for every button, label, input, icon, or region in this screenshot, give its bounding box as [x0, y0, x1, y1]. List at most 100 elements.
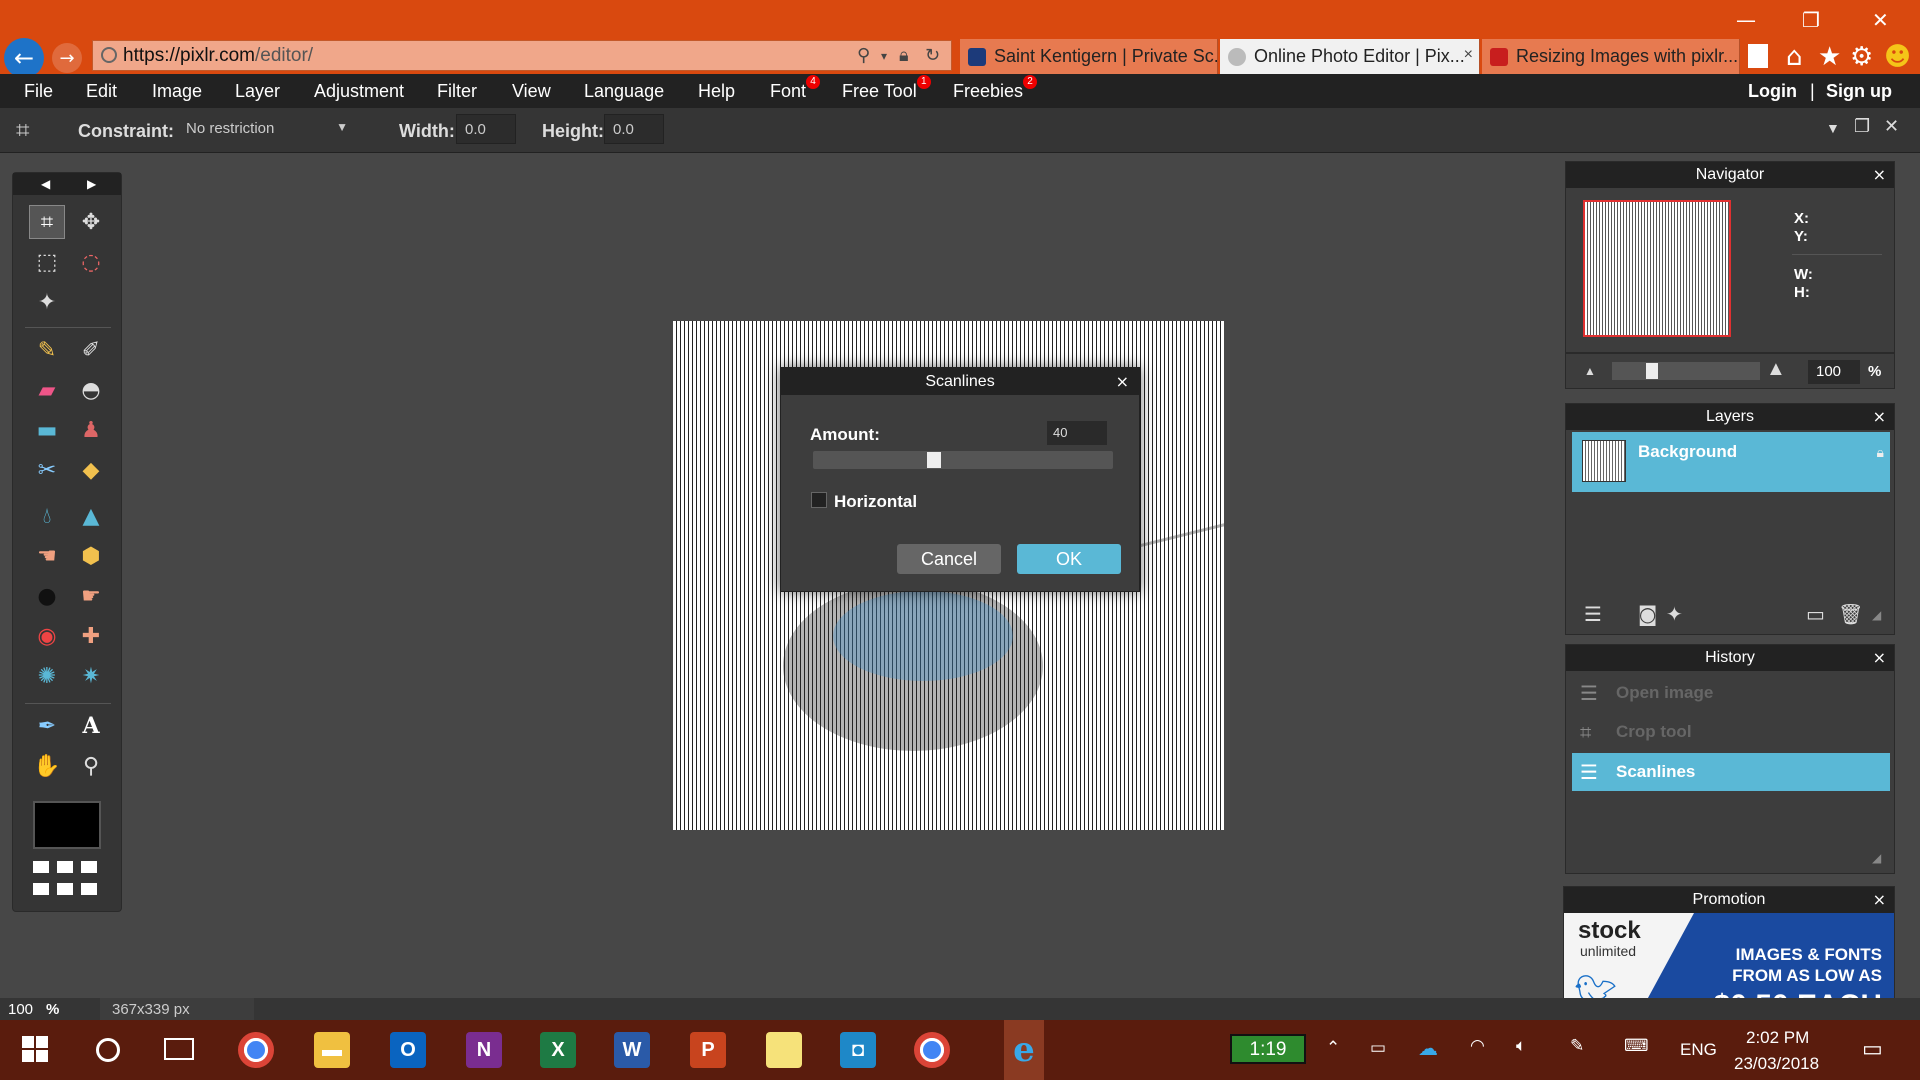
onedrive-cloud-icon[interactable]: ☁ [1418, 1036, 1438, 1061]
new-tab-button[interactable] [1748, 44, 1768, 68]
close-editor-icon[interactable]: ✕ [1884, 116, 1899, 137]
volume-icon[interactable]: 🔈︎ [1516, 1036, 1526, 1056]
toolbox-right-arrow-icon[interactable]: ▶ [87, 177, 96, 191]
login-link[interactable]: Login [1748, 81, 1797, 102]
menu-edit[interactable]: Edit [86, 81, 117, 102]
onenote-icon[interactable]: N [466, 1032, 502, 1068]
type-tool[interactable]: A [73, 709, 109, 743]
search-icon[interactable]: ⚲ [857, 45, 870, 66]
file-explorer-icon[interactable]: ▬ [314, 1032, 350, 1068]
history-item[interactable]: ⌗ Crop tool [1572, 714, 1890, 750]
resize-grip-icon[interactable]: ◢ [1872, 608, 1881, 622]
refresh-icon[interactable]: ↻ [925, 45, 940, 66]
pencil-tool[interactable]: ✎ [29, 333, 65, 367]
zoom-out-mountain-icon[interactable]: ▲ [1584, 364, 1596, 378]
menu-view[interactable]: View [512, 81, 551, 102]
width-input[interactable]: 0.0 [456, 114, 516, 144]
hand-tool[interactable]: ✋ [29, 749, 65, 783]
tab-resizing-images[interactable]: Resizing Images with pixlr.... [1482, 39, 1740, 74]
drawing-tool[interactable]: ◆ [73, 453, 109, 487]
address-bar[interactable]: https://pixlr.com/editor/ ⚲ ▾ 🔒︎ ↻ [92, 40, 952, 71]
delete-layer-icon[interactable]: 🗑︎ [1838, 602, 1863, 626]
gradient-tool[interactable]: ▬ [29, 413, 65, 447]
spot-heal-tool[interactable]: ✚ [73, 619, 109, 653]
minimize-button[interactable]: — [1736, 8, 1756, 32]
blur-tool[interactable]: 💧︎ [29, 499, 65, 533]
clock-time[interactable]: 2:02 PM [1746, 1028, 1809, 1048]
menu-adjustment[interactable]: Adjustment [314, 81, 404, 102]
lock-icon[interactable]: 🔒︎ [899, 45, 909, 66]
cancel-button[interactable]: Cancel [897, 544, 1001, 574]
history-item[interactable]: ☰ Open image [1572, 675, 1890, 711]
tab-close-icon[interactable]: × [1464, 46, 1473, 64]
zoom-slider[interactable] [1612, 362, 1760, 380]
history-close-icon[interactable]: × [1873, 645, 1886, 671]
resize-grip-icon[interactable]: ◢ [1872, 851, 1881, 865]
menu-image[interactable]: Image [152, 81, 202, 102]
dialog-close-icon[interactable]: × [1116, 368, 1129, 395]
powerpoint-icon[interactable]: P [690, 1032, 726, 1068]
zoom-in-mountain-icon[interactable]: ▲ [1766, 358, 1786, 381]
bucket-tool[interactable]: ◓ [73, 373, 109, 407]
move-tool[interactable]: ✥ [73, 205, 109, 239]
zoom-tool[interactable]: ⚲ [73, 749, 109, 783]
sharpen-tool[interactable]: ▲ [73, 499, 109, 533]
pinch-tool[interactable]: ✷ [73, 659, 109, 693]
history-item-current[interactable]: ☰ Scanlines [1572, 753, 1890, 791]
internet-explorer-taskbar-active[interactable]: e [1004, 1020, 1044, 1080]
eraser-tool[interactable]: ▰ [29, 373, 65, 407]
color-replace-tool[interactable]: ✂ [29, 453, 65, 487]
smudge-tool[interactable]: ☚ [29, 539, 65, 573]
constraint-select[interactable]: No restriction ▼ [178, 114, 356, 144]
navigator-thumbnail[interactable] [1583, 200, 1731, 337]
home-icon[interactable]: ⌂ [1786, 42, 1803, 72]
menu-filter[interactable]: Filter [437, 81, 477, 102]
marquee-tool[interactable]: ⬚ [29, 245, 65, 279]
windows-start-icon[interactable] [22, 1036, 48, 1062]
lasso-tool[interactable]: ◌ [73, 245, 109, 279]
amount-input[interactable]: 40 [1047, 421, 1107, 445]
close-window-button[interactable]: ✕ [1872, 8, 1889, 32]
menu-layer[interactable]: Layer [235, 81, 280, 102]
grid-view-icon[interactable] [33, 861, 101, 899]
brush-tool[interactable]: ✐ [73, 333, 109, 367]
new-layer-icon[interactable]: ▭ [1806, 602, 1825, 626]
dodge-tool[interactable]: ● [29, 579, 65, 613]
color-swatch[interactable] [33, 801, 101, 849]
word-icon[interactable]: W [614, 1032, 650, 1068]
zoom-slider-handle[interactable] [1646, 363, 1658, 379]
settings-gear-icon[interactable]: ⚙ [1850, 42, 1873, 72]
layer-style-icon[interactable]: ✦ [1666, 602, 1683, 626]
window-mode-icon[interactable]: ❐ [1854, 116, 1870, 137]
layer-row[interactable]: Background 🔒︎ [1572, 432, 1890, 492]
menu-language[interactable]: Language [584, 81, 664, 102]
menu-font[interactable]: Font 4 [770, 75, 821, 102]
promotion-close-icon[interactable]: × [1873, 887, 1886, 913]
pen-icon[interactable]: ✎ [1570, 1036, 1584, 1056]
magic-wand-tool[interactable]: ✦ [29, 285, 65, 319]
language-indicator[interactable]: ENG [1680, 1040, 1717, 1060]
bloat-tool[interactable]: ✺ [29, 659, 65, 693]
menu-file[interactable]: File [24, 81, 53, 102]
tray-chevron-icon[interactable]: ⌃ [1326, 1038, 1340, 1058]
ok-button[interactable]: OK [1017, 544, 1121, 574]
excel-icon[interactable]: X [540, 1032, 576, 1068]
toolbox-left-arrow-icon[interactable]: ◀ [41, 177, 50, 191]
red-eye-tool[interactable]: ◉ [29, 619, 65, 653]
outlook-icon[interactable]: O [390, 1032, 426, 1068]
amount-slider-handle[interactable] [927, 452, 941, 468]
amount-slider[interactable] [813, 451, 1113, 469]
clock-date[interactable]: 23/03/2018 [1734, 1054, 1819, 1074]
zoom-input[interactable]: 100 [1808, 360, 1860, 384]
signup-link[interactable]: Sign up [1826, 81, 1892, 102]
smiley-feedback-icon[interactable]: ☻ [1884, 42, 1911, 72]
chrome-taskbar-icon[interactable] [238, 1032, 274, 1068]
battery-icon[interactable]: ▭ [1370, 1038, 1386, 1058]
layers-close-icon[interactable]: × [1873, 404, 1886, 430]
layer-settings-icon[interactable]: ☰ [1584, 602, 1602, 626]
collapse-dropdown-icon[interactable]: ▼ [1826, 120, 1840, 136]
restore-button[interactable]: ❐ [1802, 8, 1820, 32]
height-input[interactable]: 0.0 [604, 114, 664, 144]
dropdown-icon[interactable]: ▾ [881, 49, 887, 63]
sponge-tool[interactable]: ⬢ [73, 539, 109, 573]
